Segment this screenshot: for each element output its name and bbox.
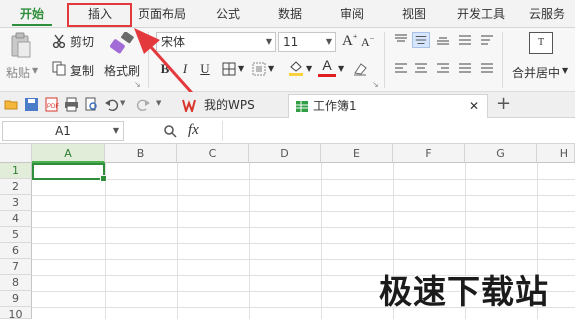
select-all-corner[interactable]: [0, 144, 32, 163]
grid-line: [32, 243, 575, 244]
open-folder-icon[interactable]: [4, 97, 19, 112]
name-box-value: A1: [55, 124, 71, 138]
print-preview-icon[interactable]: [84, 97, 99, 112]
tab-workbook1-label: 工作簿1: [313, 99, 357, 113]
row-header-2[interactable]: 2: [0, 179, 32, 195]
magnifier-icon[interactable]: [163, 124, 177, 138]
column-header-g[interactable]: G: [465, 144, 537, 163]
row-header-1[interactable]: 1: [0, 163, 32, 179]
grid-line: [321, 163, 322, 319]
grid-line: [32, 259, 575, 260]
row-header-3[interactable]: 3: [0, 195, 32, 211]
undo-dropdown-arrow[interactable]: ▼: [120, 99, 125, 107]
selected-cell-a1[interactable]: [32, 163, 107, 182]
row-header-8[interactable]: 8: [0, 275, 32, 291]
insert-function-button[interactable]: fx: [188, 122, 199, 139]
formula-input[interactable]: [222, 121, 573, 141]
grid-line: [249, 163, 250, 319]
column-header-c[interactable]: C: [177, 144, 249, 163]
quick-access-bar: PDF ▼ ▼ 我的WPS 工作簿1 ✕ +: [0, 92, 575, 118]
grid-line: [32, 227, 575, 228]
grid-line: [177, 163, 178, 319]
grid-line: [32, 179, 575, 180]
svg-text:PDF: PDF: [47, 104, 59, 110]
column-header-a[interactable]: A: [32, 144, 105, 163]
column-header-h[interactable]: H: [537, 144, 575, 163]
grid-line: [32, 211, 575, 212]
column-header-f[interactable]: F: [393, 144, 465, 163]
grid-line: [32, 195, 575, 196]
row-header-7[interactable]: 7: [0, 259, 32, 275]
watermark: 极速下载站: [379, 272, 549, 311]
column-header-e[interactable]: E: [321, 144, 393, 163]
name-box[interactable]: A1 ▼: [2, 121, 124, 141]
print-icon[interactable]: [64, 97, 79, 112]
export-pdf-icon[interactable]: PDF: [44, 97, 59, 112]
row-header-6[interactable]: 6: [0, 243, 32, 259]
customize-toolbar-arrow[interactable]: ▼: [156, 99, 161, 107]
column-header-b[interactable]: B: [105, 144, 177, 163]
row-header-10[interactable]: 10: [0, 307, 32, 319]
new-tab-plus-icon[interactable]: +: [496, 93, 511, 114]
grid-line: [105, 163, 106, 319]
row-header-5[interactable]: 5: [0, 227, 32, 243]
row-header-9[interactable]: 9: [0, 291, 32, 307]
column-header-d[interactable]: D: [249, 144, 321, 163]
row-header-4[interactable]: 4: [0, 211, 32, 227]
spreadsheet-icon: [296, 101, 308, 112]
redo-icon[interactable]: [136, 97, 151, 112]
save-icon[interactable]: [24, 97, 39, 112]
tab-my-wps-label: 我的WPS: [204, 98, 255, 112]
wps-logo-icon: [182, 99, 196, 112]
formula-bar: A1 ▼ fx: [0, 118, 575, 144]
undo-icon[interactable]: [104, 97, 119, 112]
tab-workbook1[interactable]: 工作簿1 ✕: [288, 94, 488, 118]
chevron-down-icon: ▼: [112, 126, 119, 135]
tab-my-wps[interactable]: 我的WPS: [176, 94, 288, 118]
close-icon[interactable]: ✕: [469, 95, 479, 117]
